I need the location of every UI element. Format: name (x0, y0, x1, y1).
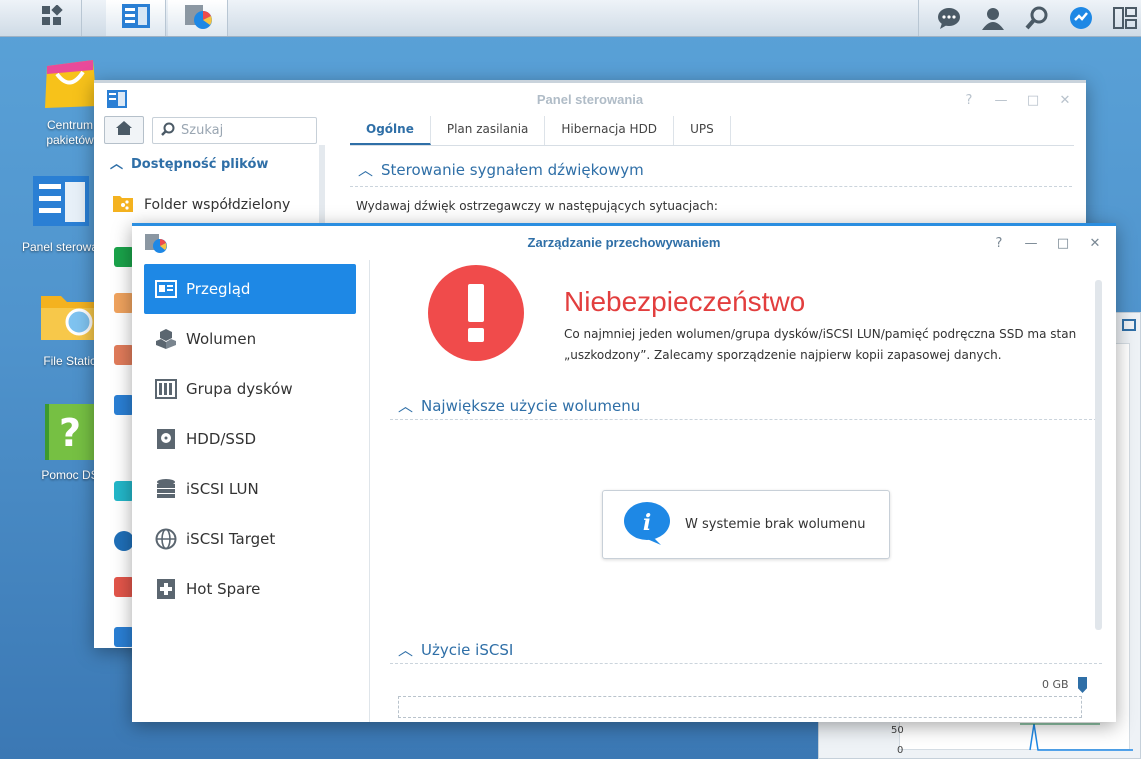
window-title: Panel sterowania (536, 92, 644, 107)
sidebar-item-disk-group[interactable]: Grupa dysków (144, 364, 356, 414)
section-volume-usage[interactable]: ︿ Największe użycie wolumenu (390, 392, 1102, 420)
disk-group-icon (154, 377, 178, 401)
chat-icon[interactable] (935, 4, 963, 32)
no-volume-message: i W systemie brak wolumenu (602, 490, 890, 559)
storage-manager-app-icon (183, 2, 213, 34)
iscsi-lun-icon (154, 477, 178, 501)
tab-ups[interactable]: UPS (674, 116, 731, 145)
help-icon: ? (39, 402, 101, 464)
iscsi-usage-bar (398, 696, 1082, 718)
home-button[interactable] (104, 116, 144, 144)
main-menu-button[interactable] (22, 0, 82, 36)
help-button[interactable]: ? (958, 89, 980, 111)
sidebar-scrollbar[interactable] (319, 145, 325, 235)
chevron-up-icon: ︿ (358, 161, 374, 179)
axis-label: 50 (891, 725, 904, 736)
section-file-sharing[interactable]: ︿ Dostępność plików (110, 153, 268, 172)
storage-sidebar: Przegląd Wolumen Grupa dysków HDD/SSD iS… (132, 260, 370, 722)
window-title: Zarządzanie przechowywaniem (527, 235, 721, 250)
hot-spare-icon (154, 577, 178, 601)
beep-description: Wydawaj dźwięk ostrzegawczy w następując… (356, 199, 718, 213)
maximize-button[interactable]: □ (1052, 232, 1074, 254)
search-icon[interactable] (1023, 4, 1051, 32)
domain-icon[interactable] (114, 395, 134, 415)
sidebar-item-iscsi-target[interactable]: iSCSI Target (144, 514, 356, 564)
shared-folder-icon (112, 193, 134, 217)
windows-icon[interactable] (1111, 4, 1139, 32)
window-controls: ? — □ ✕ (958, 83, 1076, 117)
sidebar-item-iscsi-lun[interactable]: iSCSI LUN (144, 464, 356, 514)
main-menu-icon (41, 4, 63, 31)
taskbar (0, 0, 1141, 37)
section-iscsi-usage[interactable]: ︿ Użycie iSCSI (390, 636, 1102, 664)
sidebar-item-hot-spare[interactable]: Hot Spare (144, 564, 356, 614)
control-panel-icon (29, 174, 91, 236)
package-center-icon (39, 52, 101, 114)
taskbar-storage-manager[interactable] (168, 0, 228, 36)
volume-icon (154, 327, 178, 351)
usage-marker-icon (1078, 677, 1087, 693)
globe-icon (154, 527, 178, 551)
status-description: Co najmniej jeden wolumen/grupa dysków/i… (564, 327, 1077, 362)
minimize-button[interactable]: — (990, 89, 1012, 111)
svg-text:?: ? (59, 411, 81, 455)
svg-text:i: i (643, 510, 651, 536)
search-input[interactable]: Szukaj (152, 117, 317, 144)
tab-hdd-hibernation[interactable]: Hibernacja HDD (545, 116, 675, 145)
danger-icon (428, 265, 524, 361)
folder-icon (39, 288, 101, 350)
info-icon: i (623, 501, 671, 549)
overview-icon (154, 277, 178, 301)
sidebar-item-hdd-ssd[interactable]: HDD/SSD (144, 414, 356, 464)
external-access-icon[interactable] (114, 531, 134, 551)
control-panel-app-icon (121, 3, 151, 33)
home-icon (115, 120, 133, 140)
chevron-up-icon: ︿ (398, 397, 414, 415)
group-icon[interactable] (114, 345, 134, 365)
network-icon[interactable] (114, 577, 134, 597)
tab-power-schedule[interactable]: Plan zasilania (431, 116, 546, 145)
maximize-button[interactable]: □ (1022, 89, 1044, 111)
axis-label: 0 (897, 745, 904, 756)
minimize-button[interactable]: — (1020, 232, 1042, 254)
file-services-icon[interactable] (114, 247, 134, 267)
hdd-icon (154, 427, 178, 451)
chevron-up-icon: ︿ (398, 641, 414, 659)
sidebar-item-volume[interactable]: Wolumen (144, 314, 356, 364)
help-button[interactable]: ? (988, 232, 1010, 254)
iscsi-usage-value: 0 GB (1042, 678, 1069, 691)
storage-main: Niebezpieczeństwo Co najmniej jeden wolu… (388, 260, 1104, 722)
search-icon (161, 121, 175, 140)
taskbar-control-panel[interactable] (106, 0, 166, 36)
tab-bar: Ogólne Plan zasilania Hibernacja HDD UPS (350, 116, 1074, 146)
window-controls: ? — □ ✕ (988, 226, 1106, 260)
storage-manager-window: Zarządzanie przechowywaniem ? — □ ✕ Prze… (132, 223, 1116, 722)
widgets-icon[interactable] (1067, 4, 1095, 32)
sidebar-item-overview[interactable]: Przegląd (144, 264, 356, 314)
user-icon[interactable] (114, 293, 134, 313)
tab-general[interactable]: Ogólne (350, 116, 431, 145)
chevron-up-icon: ︿ (110, 157, 124, 172)
section-heading-beep[interactable]: ︿ Sterowanie sygnałem dźwiękowym (350, 159, 1072, 187)
status-title: Niebezpieczeństwo (564, 286, 806, 317)
close-button[interactable]: ✕ (1054, 89, 1076, 111)
main-scrollbar[interactable] (1095, 280, 1102, 630)
quickconnect-icon[interactable] (114, 481, 134, 501)
close-button[interactable]: ✕ (1084, 232, 1106, 254)
user-icon[interactable] (979, 4, 1007, 32)
widget-menu-icon[interactable] (1122, 319, 1136, 331)
wireless-icon[interactable] (114, 627, 134, 647)
sidebar-item-shared-folder[interactable]: Folder współdzielony (112, 193, 290, 217)
